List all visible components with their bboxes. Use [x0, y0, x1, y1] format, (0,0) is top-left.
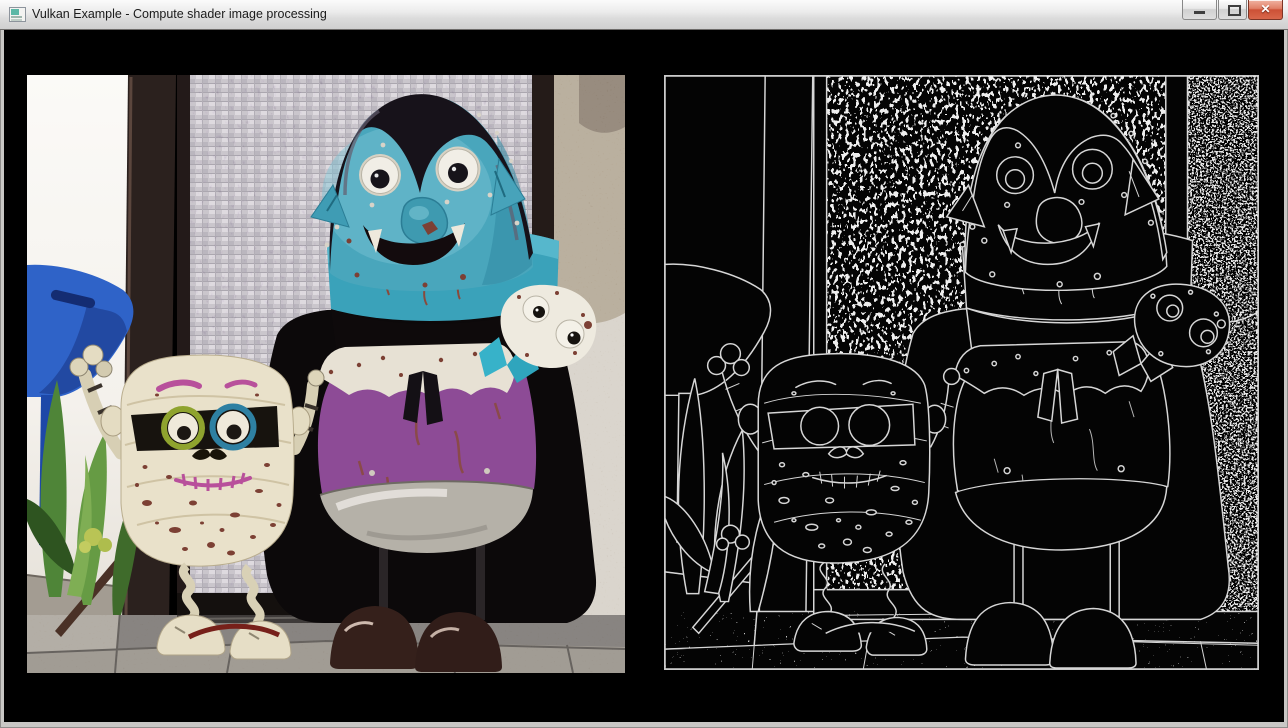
client-area [4, 30, 1284, 722]
minimize-button[interactable] [1182, 0, 1217, 20]
close-icon: ✕ [1249, 0, 1282, 18]
processed-image [665, 76, 1258, 669]
close-button[interactable]: ✕ [1248, 0, 1283, 20]
processed-image-pane [664, 75, 1259, 670]
app-window: Vulkan Example - Compute shader image pr… [0, 0, 1288, 728]
window-controls: ✕ [1181, 0, 1283, 20]
maximize-button[interactable] [1218, 0, 1247, 20]
original-image-pane [27, 75, 625, 673]
maximize-icon [1228, 5, 1241, 16]
minimize-icon [1194, 11, 1205, 14]
original-image [27, 75, 625, 673]
window-title: Vulkan Example - Compute shader image pr… [32, 0, 327, 29]
title-bar[interactable]: Vulkan Example - Compute shader image pr… [0, 0, 1288, 30]
app-icon [9, 7, 26, 22]
